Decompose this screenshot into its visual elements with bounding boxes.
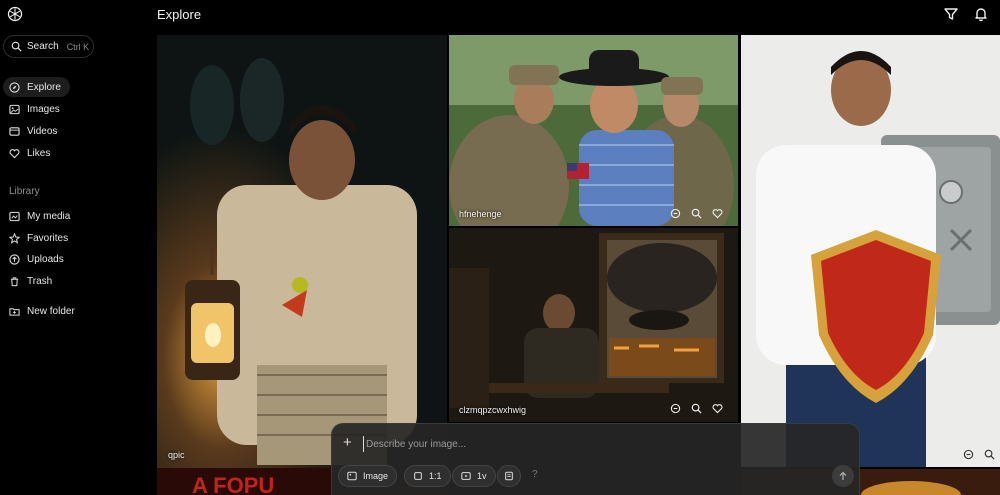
search-shortcut: Ctrl K xyxy=(66,41,90,52)
chip-label: 1:1 xyxy=(429,471,442,481)
remix-icon[interactable] xyxy=(670,208,681,219)
sidebar-item-favorites[interactable]: Favorites xyxy=(3,228,68,248)
video-icon xyxy=(9,126,20,136)
sidebar-item-images[interactable]: Images xyxy=(3,99,60,119)
logo-icon[interactable] xyxy=(7,6,23,22)
image-tile[interactable]: clzmqpzcwxhwig xyxy=(449,228,738,422)
image-mode-button[interactable]: Image xyxy=(338,465,398,487)
zoom-icon[interactable] xyxy=(691,208,702,219)
sidebar-item-label: Favorites xyxy=(27,232,69,244)
submit-button[interactable] xyxy=(832,465,854,487)
sidebar-item-trash[interactable]: Trash xyxy=(3,271,52,291)
image-tile[interactable] xyxy=(741,35,1000,467)
zoom-icon[interactable] xyxy=(984,449,995,460)
sidebar-item-label: My media xyxy=(27,210,71,222)
sidebar-item-uploads[interactable]: Uploads xyxy=(3,249,64,269)
trash-icon xyxy=(10,276,19,286)
version-button[interactable]: 1v xyxy=(452,465,496,487)
library-heading: Library xyxy=(9,186,40,197)
search-label: Search xyxy=(27,41,59,52)
compass-icon xyxy=(9,81,20,93)
tile-label: clzmqpzcwxhwig xyxy=(459,405,527,415)
prompt-input[interactable] xyxy=(363,436,823,452)
tile-actions xyxy=(670,208,723,219)
heart-icon[interactable] xyxy=(712,403,723,414)
list-icon xyxy=(505,471,513,481)
heart-icon[interactable] xyxy=(712,208,723,219)
filter-icon[interactable] xyxy=(943,6,959,22)
help-button[interactable]: ? xyxy=(532,469,538,480)
sidebar-item-likes[interactable]: Likes xyxy=(3,143,50,163)
heart-icon xyxy=(9,148,20,158)
bell-icon[interactable] xyxy=(973,6,989,22)
square-icon xyxy=(414,472,422,480)
new-folder-button[interactable]: New folder xyxy=(3,301,75,321)
sidebar-item-videos[interactable]: Videos xyxy=(3,121,57,141)
presets-button[interactable] xyxy=(497,465,521,487)
page-title: Explore xyxy=(157,7,202,22)
star-icon xyxy=(9,232,20,244)
search-icon xyxy=(11,41,22,52)
tile-label: hfnehenge xyxy=(459,209,502,219)
add-icon[interactable]: + xyxy=(343,434,352,451)
tile-label: qpic xyxy=(168,450,185,460)
sidebar-item-label: Videos xyxy=(27,125,58,137)
sidebar-item-explore[interactable]: Explore xyxy=(3,77,70,97)
image-icon xyxy=(347,471,357,481)
chip-label: Image xyxy=(363,471,389,481)
image-icon xyxy=(9,104,20,114)
sidebar-item-label: Trash xyxy=(27,275,53,287)
tile-actions xyxy=(963,449,995,460)
tile-actions xyxy=(670,403,723,414)
sidebar-item-label: Images xyxy=(27,103,60,115)
sidebar-item-label: Explore xyxy=(27,81,61,93)
arrow-up-icon xyxy=(839,471,847,480)
search-button[interactable]: Search Ctrl K xyxy=(3,35,94,58)
sidebar-item-label: Likes xyxy=(27,147,51,159)
prompt-box: + Image 1:1 1v ? xyxy=(331,423,860,495)
image-tile[interactable]: hfnehenge xyxy=(449,35,738,226)
aspect-ratio-button[interactable]: 1:1 xyxy=(404,465,451,487)
video-icon xyxy=(461,472,471,480)
tile-image-soldiers-hug xyxy=(449,35,738,226)
sidebar-item-my-media[interactable]: My media xyxy=(3,206,70,226)
chip-label: 1v xyxy=(477,471,487,481)
upload-icon xyxy=(9,253,20,265)
remix-icon[interactable] xyxy=(963,449,974,460)
svg-text:A FOPU: A FOPU xyxy=(192,473,274,495)
media-icon xyxy=(9,211,20,221)
tile-image-window-storm xyxy=(449,228,738,422)
sidebar: Search Ctrl K Explore Images Videos Like… xyxy=(0,0,150,495)
sidebar-item-label: New folder xyxy=(27,305,75,317)
new-folder-icon xyxy=(9,307,20,316)
remix-icon[interactable] xyxy=(670,403,681,414)
sidebar-item-label: Uploads xyxy=(27,253,64,265)
zoom-icon[interactable] xyxy=(691,403,702,414)
tile-image-shield-man xyxy=(741,35,1000,467)
